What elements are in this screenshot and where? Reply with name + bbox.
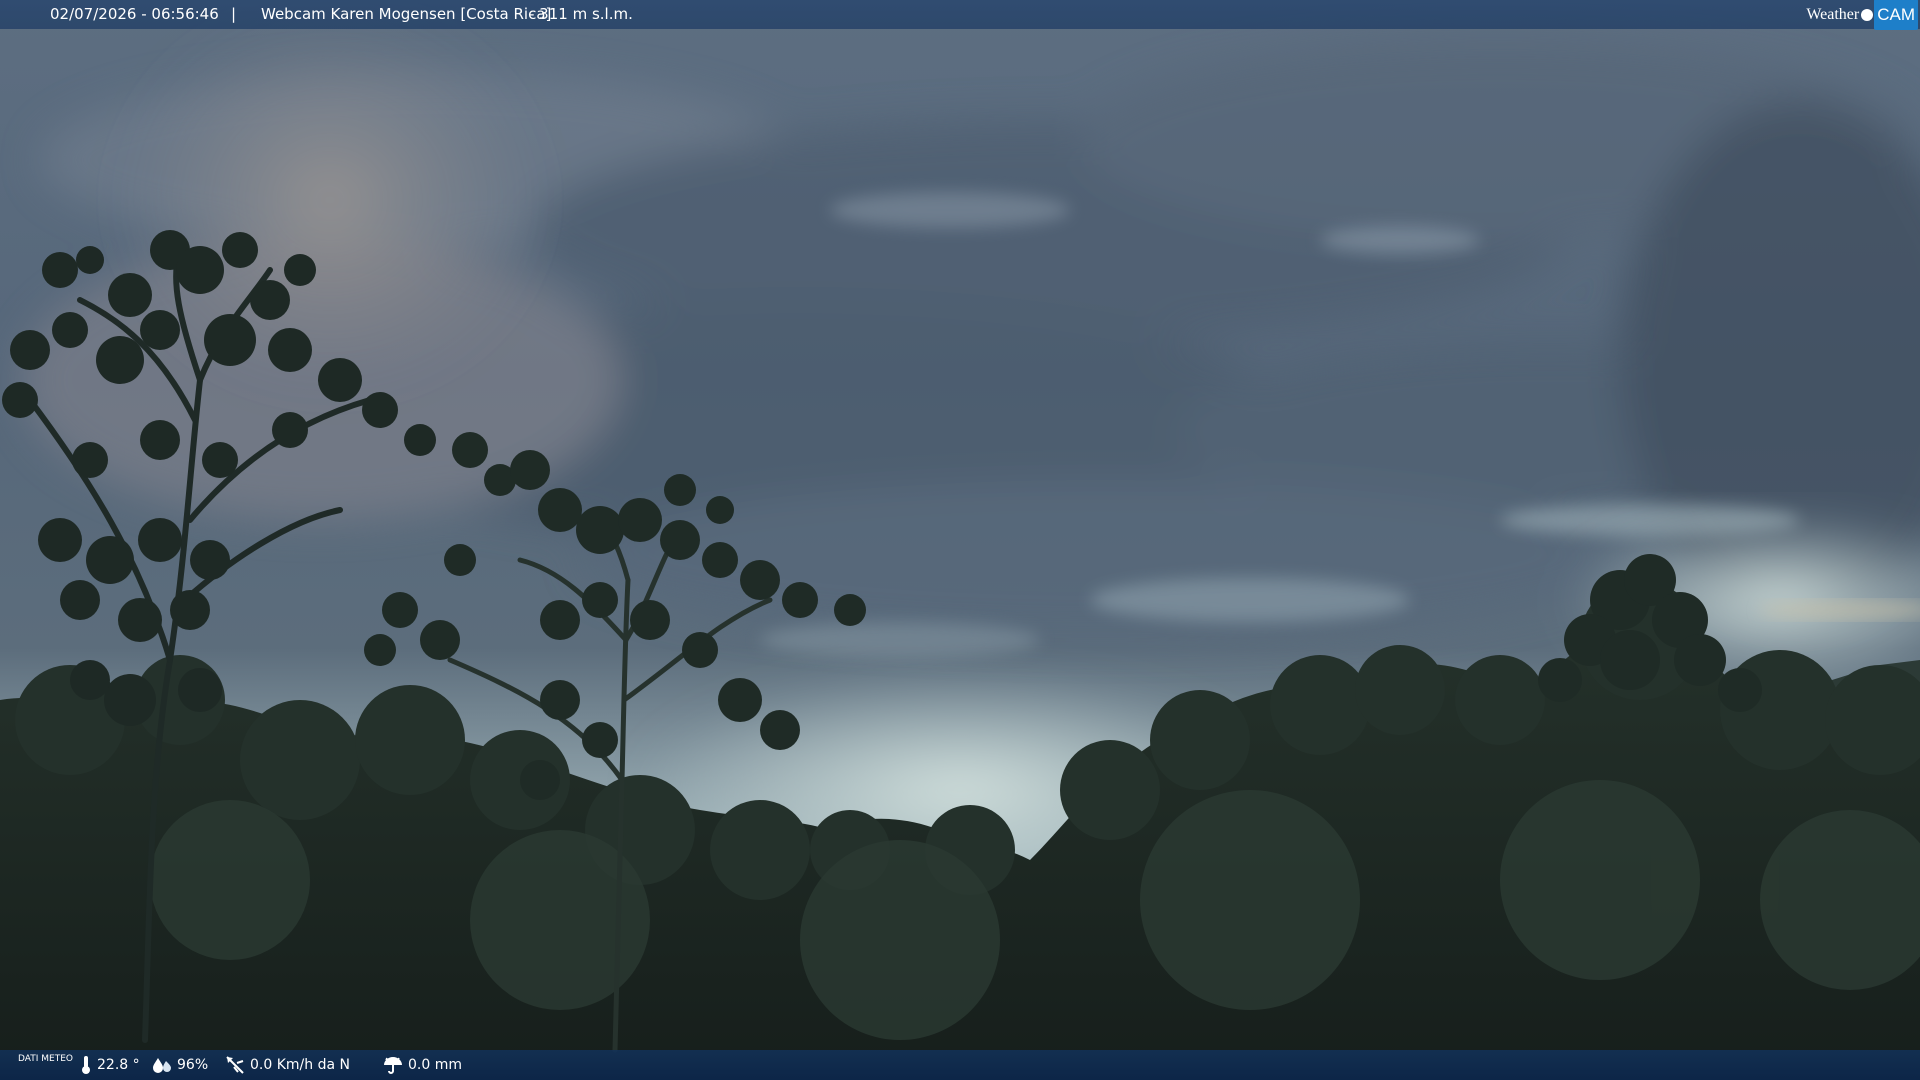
- humidity-value: 96%: [177, 1057, 209, 1073]
- wind-direction-icon: [226, 1056, 244, 1074]
- webcam-altitude: - 311 m s.l.m.: [529, 5, 633, 23]
- webcam-frame: 02/07/2026 - 06:56:46 | Webcam Karen Mog…: [0, 0, 1920, 1080]
- droplets-icon: [153, 1058, 171, 1073]
- wind-value: 0.0 Km/h da N: [250, 1057, 350, 1073]
- logo-dot-icon: [1861, 8, 1874, 21]
- temperature-metric: 22.8 °: [80, 1050, 140, 1080]
- temperature-value: 22.8 °: [97, 1057, 140, 1073]
- webcam-datetime: 02/07/2026 - 06:56:46: [50, 5, 219, 23]
- webcam-header-bar: 02/07/2026 - 06:56:46 | Webcam Karen Mog…: [0, 0, 1920, 30]
- webcam-image: [0, 0, 1920, 1080]
- weathercam-logo[interactable]: Weather CAM: [1806, 0, 1918, 30]
- rain-value: 0.0 mm: [408, 1057, 462, 1073]
- wind-metric: 0.0 Km/h da N: [225, 1050, 350, 1080]
- logo-text-cam: CAM: [1874, 0, 1918, 30]
- webcam-title: Webcam Karen Mogensen [Costa Rica]: [261, 5, 552, 23]
- humidity-metric: 96%: [152, 1050, 208, 1080]
- rain-metric: 0.0 mm: [383, 1050, 462, 1080]
- logo-text-weather: Weather: [1806, 6, 1860, 23]
- rain-umbrella-icon: [384, 1057, 402, 1074]
- header-separator: |: [231, 5, 237, 23]
- dati-meteo-label: DATI METEO: [18, 1054, 73, 1064]
- thermometer-icon: [82, 1056, 90, 1074]
- weather-data-bar: DATI METEO 22.8 ° 96% 0.0 Km/h da N 0.0 …: [0, 1050, 1920, 1080]
